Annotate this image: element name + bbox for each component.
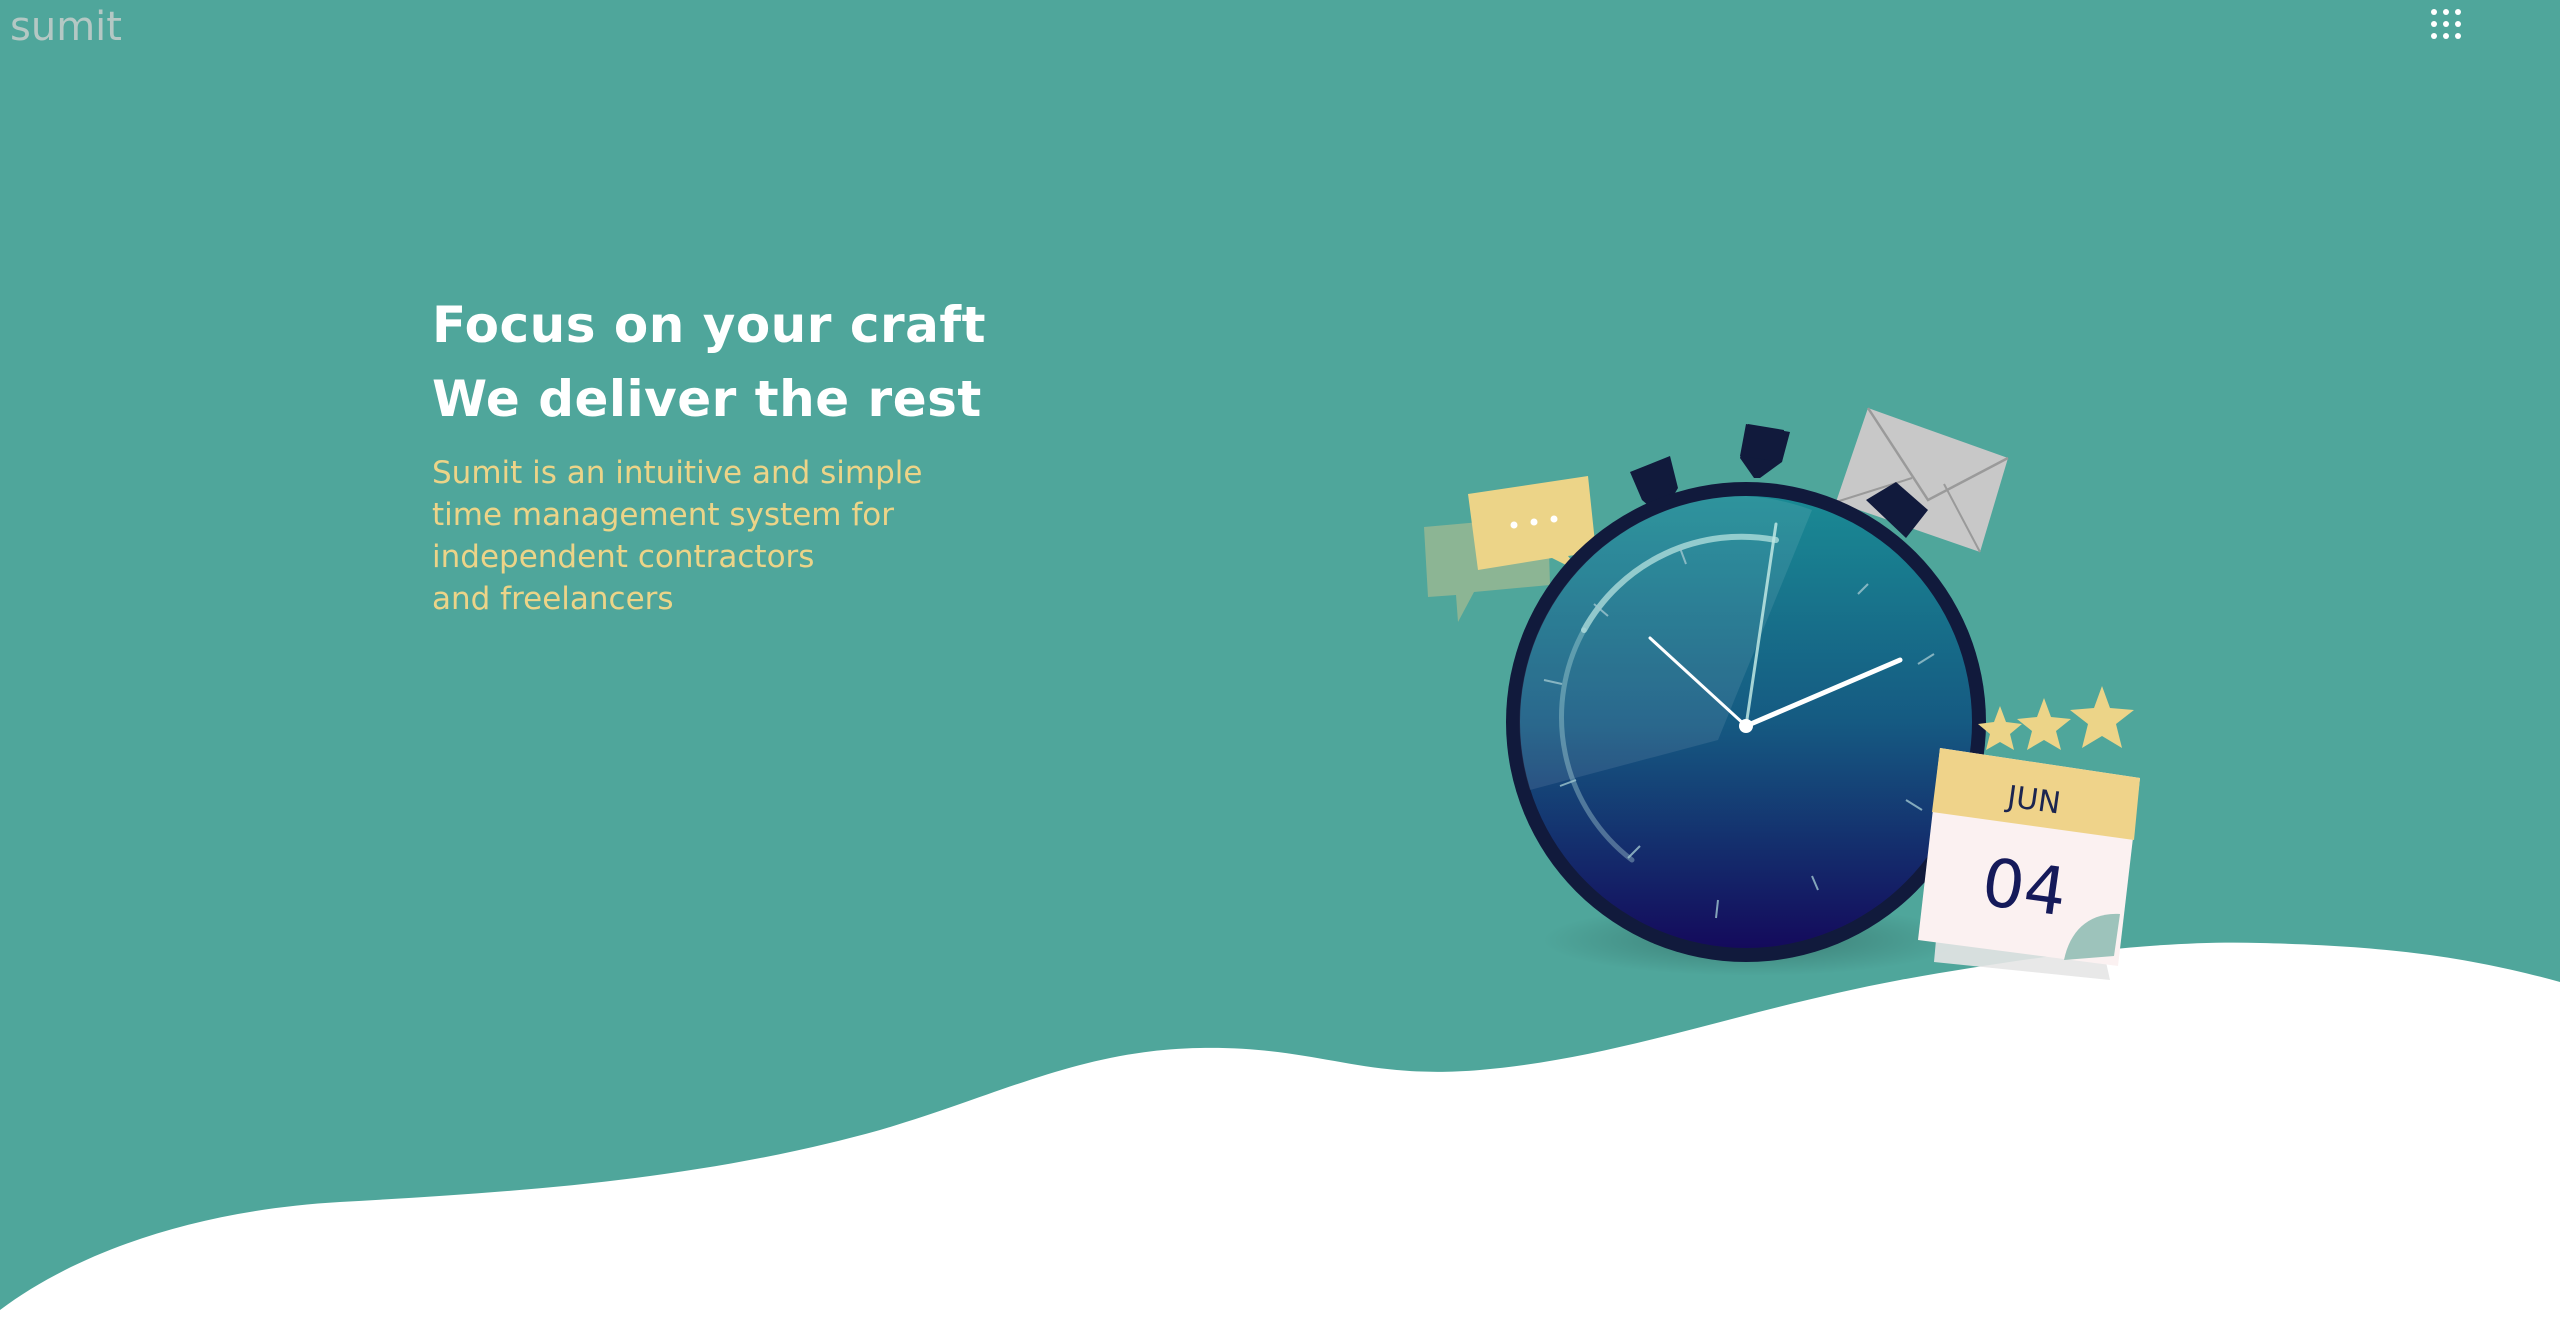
subtitle-line: time management system for <box>432 497 894 533</box>
calendar-day-label: 04 <box>1977 844 2071 932</box>
subtitle-line: independent contractors <box>432 539 815 575</box>
landing-page: sumit Focus on your craft We deliver the… <box>0 0 2560 1324</box>
apps-menu-button[interactable] <box>2428 6 2464 42</box>
calendar-icon: JUN 04 <box>1918 748 2140 980</box>
subtitle-line: Sumit is an intuitive and simple <box>432 455 923 491</box>
background-wave <box>0 942 2560 1324</box>
hero-headline: Focus on your craft We deliver the rest <box>432 288 1152 436</box>
grid-dots-icon <box>2431 9 2461 39</box>
star-icon <box>1978 686 2134 750</box>
headline-line-1: Focus on your craft <box>432 296 987 354</box>
headline-line-2: We deliver the rest <box>432 370 982 428</box>
hero-subtitle: Sumit is an intuitive and simple time ma… <box>432 452 1152 620</box>
hero-illustration: JUN 04 <box>1424 407 2140 980</box>
hero-section: Focus on your craft We deliver the rest … <box>432 288 1152 620</box>
subtitle-line: and freelancers <box>432 581 674 617</box>
brand-logo[interactable]: sumit <box>10 4 122 50</box>
